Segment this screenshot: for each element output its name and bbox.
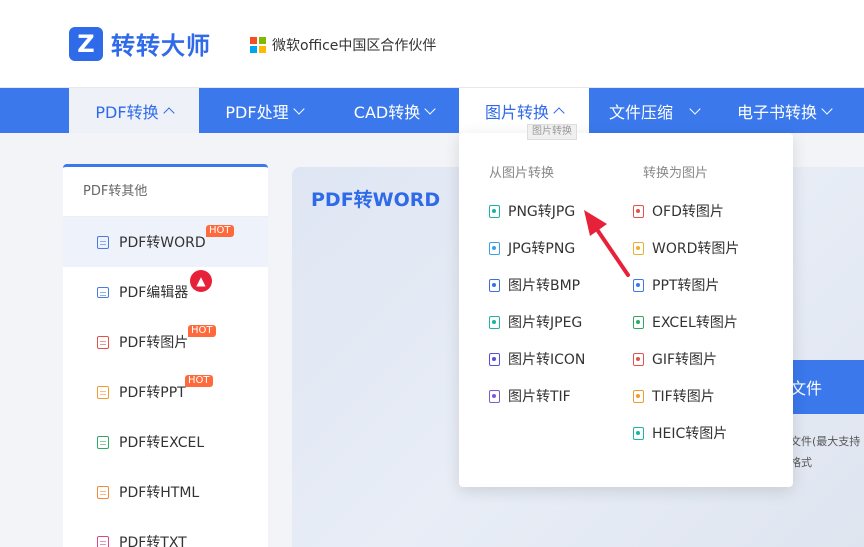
excel-file-icon: [633, 315, 644, 329]
ppt-file-icon: [97, 385, 109, 399]
menu-item-label: 图片转ICON: [508, 352, 586, 368]
hot-badge: HOT: [206, 225, 234, 237]
nav-item-file-compress[interactable]: 文件压缩: [589, 88, 719, 133]
menu-item-label: WORD转图片: [652, 241, 740, 257]
menu-item-ofd-to-image[interactable]: OFD转图片: [633, 201, 724, 221]
hot-badge: HOT: [188, 325, 216, 337]
nav-item-pdf-process[interactable]: PDF处理: [199, 88, 329, 133]
menu-item-label: 图片转BMP: [508, 278, 581, 294]
dropdown-column-title: 从图片转换: [489, 166, 555, 181]
sidebar-item-pdf-to-excel[interactable]: PDF转EXCEL: [63, 417, 268, 467]
menu-item-excel-to-image[interactable]: EXCEL转图片: [633, 312, 738, 332]
txt-file-icon: [97, 535, 109, 547]
sidebar-item-pdf-to-txt[interactable]: PDF转TXT: [63, 517, 268, 547]
sidebar-item-pdf-to-html[interactable]: PDF转HTML: [63, 467, 268, 517]
sidebar-item-label: PDF转PPT: [119, 385, 186, 401]
html-file-icon: [97, 485, 109, 499]
chevron-down-icon: [689, 102, 701, 115]
sidebar-item-label: PDF转图片: [119, 335, 189, 351]
logo-mark-icon: Z: [69, 26, 103, 61]
chevron-down-icon: [424, 102, 436, 115]
nav-tooltip: 图片转换: [527, 124, 577, 140]
ppt-file-icon: [633, 278, 644, 292]
png-file-icon: [489, 204, 500, 218]
sidebar-item-label: PDF转EXCEL: [119, 435, 205, 451]
jpg-file-icon: [489, 241, 500, 255]
nav-label: CAD转换: [353, 102, 421, 122]
microsoft-logo-icon: [250, 37, 266, 53]
nav-label: PDF转换: [95, 102, 159, 122]
menu-item-label: JPG转PNG: [508, 241, 576, 257]
nav-label: 图片转换: [484, 102, 549, 122]
sidebar-item-pdf-editor[interactable]: PDF编辑器 ▲: [63, 267, 268, 317]
menu-item-label: PNG转JPG: [508, 204, 576, 220]
partner-text: 微软office中国区合作伙伴: [272, 38, 437, 54]
menu-item-image-to-jpeg[interactable]: 图片转JPEG: [489, 312, 582, 332]
page-title: PDF转WORD: [311, 189, 441, 211]
menu-item-label: OFD转图片: [652, 204, 724, 220]
sidebar-item-pdf-to-ppt[interactable]: PDF转PPT HOT: [63, 367, 268, 417]
site-logo[interactable]: Z 转转大师: [69, 26, 211, 61]
site-header: Z 转转大师 微软office中国区合作伙伴: [0, 0, 864, 88]
menu-item-jpg-to-png[interactable]: JPG转PNG: [489, 238, 575, 258]
sidebar-heading: PDF转其他: [63, 167, 268, 217]
heic-file-icon: [633, 426, 644, 440]
hot-badge: HOT: [185, 375, 213, 387]
nav-label: 电子书转换: [736, 102, 817, 122]
dropdown-column-title: 转换为图片: [643, 166, 709, 181]
menu-item-heic-to-image[interactable]: HEIC转图片: [633, 423, 727, 443]
gif-file-icon: [633, 352, 644, 366]
word-file-icon: [633, 241, 644, 255]
menu-item-label: EXCEL转图片: [652, 315, 738, 331]
chevron-down-icon: [821, 102, 833, 115]
menu-item-label: 图片转JPEG: [508, 315, 583, 331]
partner-info: 微软office中国区合作伙伴: [250, 35, 436, 55]
icon-file-icon: [489, 352, 500, 366]
sidebar: PDF转其他 PDF转WORD HOT PDF编辑器 ▲ PDF转图片 HOT …: [63, 164, 268, 547]
tif-file-icon: [489, 389, 500, 403]
nav-label: PDF处理: [225, 102, 289, 122]
chevron-down-icon: [292, 102, 305, 115]
main-nav: PDF转换 PDF处理 CAD转换 图片转换 文件压缩 电子书转换: [0, 88, 864, 133]
nav-item-cad-convert[interactable]: CAD转换: [329, 88, 459, 133]
menu-item-tif-to-image[interactable]: TIF转图片: [633, 386, 715, 406]
image-file-icon: [97, 335, 109, 349]
logo-text: 转转大师: [111, 32, 211, 60]
nav-label: 文件压缩: [608, 102, 673, 122]
monitor-icon: [97, 286, 109, 298]
menu-item-png-to-jpg[interactable]: PNG转JPG: [489, 201, 575, 221]
image-convert-dropdown: 从图片转换 转换为图片 PNG转JPG JPG转PNG 图片转BMP 图片转JP…: [459, 133, 793, 487]
menu-item-label: PPT转图片: [652, 278, 720, 294]
nav-item-pdf-convert[interactable]: PDF转换: [69, 88, 199, 133]
menu-item-label: GIF转图片: [652, 352, 718, 368]
menu-item-label: TIF转图片: [652, 389, 715, 405]
ofd-file-icon: [633, 204, 644, 218]
menu-item-image-to-icon[interactable]: 图片转ICON: [489, 349, 585, 369]
sidebar-item-pdf-to-image[interactable]: PDF转图片 HOT: [63, 317, 268, 367]
sidebar-item-label: PDF转HTML: [119, 485, 200, 501]
word-file-icon: [97, 235, 109, 249]
upload-note-line1: 文件(最大支持: [790, 435, 861, 448]
sidebar-item-label: PDF编辑器: [119, 285, 189, 301]
tif-file-icon: [633, 389, 644, 403]
menu-item-ppt-to-image[interactable]: PPT转图片: [633, 275, 719, 295]
chevron-up-icon: [553, 106, 565, 119]
fire-icon: ▲: [190, 270, 212, 292]
sidebar-item-label: PDF转WORD: [119, 235, 206, 251]
excel-file-icon: [97, 435, 109, 449]
menu-item-image-to-tif[interactable]: 图片转TIF: [489, 386, 571, 406]
menu-item-word-to-image[interactable]: WORD转图片: [633, 238, 739, 258]
menu-item-gif-to-image[interactable]: GIF转图片: [633, 349, 717, 369]
menu-item-label: 图片转TIF: [508, 389, 571, 405]
upload-note-line2: 格式: [790, 456, 812, 469]
bmp-file-icon: [489, 278, 500, 292]
nav-item-ebook-convert[interactable]: 电子书转换: [719, 88, 849, 133]
menu-item-label: HEIC转图片: [652, 426, 728, 442]
jpeg-file-icon: [489, 315, 500, 329]
chevron-up-icon: [162, 106, 175, 119]
sidebar-item-pdf-to-word[interactable]: PDF转WORD HOT: [63, 217, 268, 267]
menu-item-image-to-bmp[interactable]: 图片转BMP: [489, 275, 580, 295]
sidebar-item-label: PDF转TXT: [119, 535, 187, 547]
